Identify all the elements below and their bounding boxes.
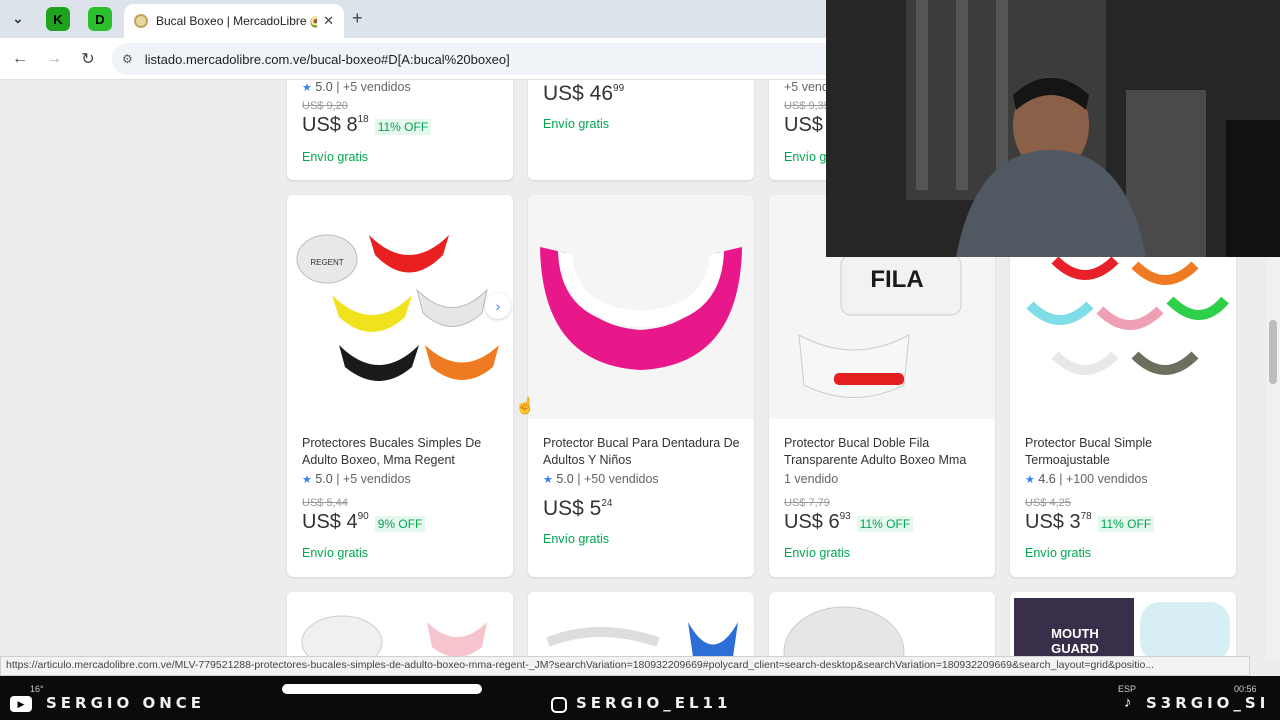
youtube-handle: SERGIO ONCE (46, 694, 206, 712)
price: US$ 81811% OFF (302, 114, 432, 137)
clock: 00:56 (1234, 684, 1257, 694)
product-image (783, 606, 905, 658)
svg-text:FILA: FILA (870, 266, 923, 293)
product-title[interactable]: Protector Bucal Simple Termoajustable (1025, 435, 1225, 469)
price: US$ 69311% OFF (784, 511, 914, 534)
back-arrow-icon[interactable]: ← (8, 47, 32, 71)
product-card[interactable]: REGENT › Protectores Bucales Simples De … (287, 195, 513, 577)
instagram-icon (551, 697, 567, 713)
pinned-tab-d[interactable]: D (88, 7, 112, 31)
tiktok-icon: ♪ (1124, 694, 1132, 711)
shipping-label: Envío gratis (1025, 546, 1092, 560)
product-card[interactable] (528, 592, 754, 658)
old-price: US$ 7,79 (784, 497, 830, 509)
shipping-label: Envío g (784, 150, 827, 164)
address-bar[interactable]: ⚙ listado.mercadolibre.com.ve/bucal-boxe… (112, 43, 842, 75)
product-image[interactable]: REGENT › (287, 195, 513, 419)
site-info-icon[interactable]: ⚙ (122, 52, 133, 66)
webcam-overlay (826, 0, 1280, 257)
product-image (301, 615, 487, 658)
tab-search-button[interactable]: ⌄ (6, 7, 30, 31)
svg-text:REGENT: REGENT (310, 258, 343, 267)
shipping-label: Envío gratis (784, 546, 851, 560)
rating: ★ 5.0 | +50 vendidos (543, 472, 659, 486)
discount-badge: 9% OFF (374, 516, 426, 532)
mouthguards-multicolor-image: REGENT (287, 195, 513, 419)
star-icon: ★ (302, 82, 312, 94)
instagram-handle: SERGIO_EL11 (576, 694, 732, 712)
discount-badge: 11% OFF (374, 119, 432, 135)
reload-icon[interactable]: ↻ (76, 47, 100, 71)
product-title[interactable]: Protectores Bucales Simples De Adulto Bo… (302, 435, 502, 469)
shipping-label: Envío gratis (543, 117, 610, 131)
discount-badge: 11% OFF (856, 516, 914, 532)
rating: ★ 4.6 | +100 vendidos (1025, 472, 1148, 486)
rating: +5 vendi (784, 80, 832, 94)
status-bar-url: https://articulo.mercadolibre.com.ve/MLV… (0, 656, 1250, 676)
tab-title: Bucal Boxeo | MercadoLibre 🥑 (156, 14, 318, 28)
product-card[interactable]: Protector Bucal Para Dentadura De Adulto… (528, 195, 754, 577)
sold-count: 1 vendido (784, 472, 839, 486)
shipping-label: Envío gratis (302, 546, 369, 560)
scrollbar-thumb[interactable] (1269, 320, 1277, 384)
url-text: listado.mercadolibre.com.ve/bucal-boxeo#… (144, 51, 510, 67)
product-title[interactable]: Protector Bucal Para Dentadura De Adulto… (543, 435, 743, 469)
language-indicator: ESP (1118, 684, 1137, 694)
old-price: US$ 5,44 (302, 497, 348, 509)
hand-cursor-icon: ☝ (515, 398, 535, 415)
old-price: US$ 9,35 (784, 100, 830, 112)
product-image (546, 622, 738, 658)
tab-close-icon[interactable]: ✕ (323, 13, 334, 29)
pinned-tab-k[interactable]: K (46, 7, 70, 31)
shipping-label: Envío gratis (302, 150, 369, 164)
product-card[interactable] (769, 592, 995, 658)
product-card[interactable]: US$ 4699 Envío gratis (528, 80, 754, 180)
rating: ★ 5.0 | +5 vendidos (302, 472, 411, 486)
forward-arrow-icon[interactable]: → (42, 47, 66, 71)
product-title[interactable]: Protector Bucal Doble Fila Transparente … (784, 435, 984, 469)
streamer-webcam-image (826, 0, 1280, 257)
discount-badge: 11% OFF (1097, 516, 1155, 532)
tiktok-handle: S3RGIO_SI (1146, 694, 1270, 712)
star-icon: ★ (302, 474, 312, 486)
product-image[interactable] (528, 195, 754, 419)
old-price: US$ 4,25 (1025, 497, 1071, 509)
shipping-label: Envío gratis (543, 532, 610, 546)
star-icon: ★ (543, 474, 553, 486)
taskbar-search[interactable] (282, 684, 482, 694)
price: US$ 524 (543, 497, 613, 520)
tab-active[interactable]: Bucal Boxeo | MercadoLibre 🥑 ✕ (124, 4, 344, 38)
mercadolibre-favicon-icon (134, 14, 148, 28)
product-card[interactable] (287, 592, 513, 658)
price: US$ (784, 114, 823, 136)
youtube-icon: ▶ (10, 696, 32, 712)
pink-mouthguard-image (528, 195, 754, 419)
price: US$ 37811% OFF (1025, 511, 1155, 534)
product-card[interactable]: MOUTH GUARD (1010, 592, 1236, 658)
price: US$ 4699 (543, 82, 625, 105)
weather-temp: 16° (30, 684, 44, 694)
new-tab-button[interactable]: + (352, 8, 363, 29)
product-card[interactable]: ★ 5.0 | +5 vendidos US$ 9,20 US$ 81811% … (287, 80, 513, 180)
price: US$ 4909% OFF (302, 511, 426, 534)
carousel-next-icon[interactable]: › (485, 293, 511, 319)
star-icon: ★ (1025, 474, 1035, 486)
mouth-guard-box-label: MOUTH GUARD (1051, 626, 1099, 656)
rating: ★ 5.0 | +5 vendidos (302, 80, 411, 94)
old-price: US$ 9,20 (302, 100, 348, 112)
